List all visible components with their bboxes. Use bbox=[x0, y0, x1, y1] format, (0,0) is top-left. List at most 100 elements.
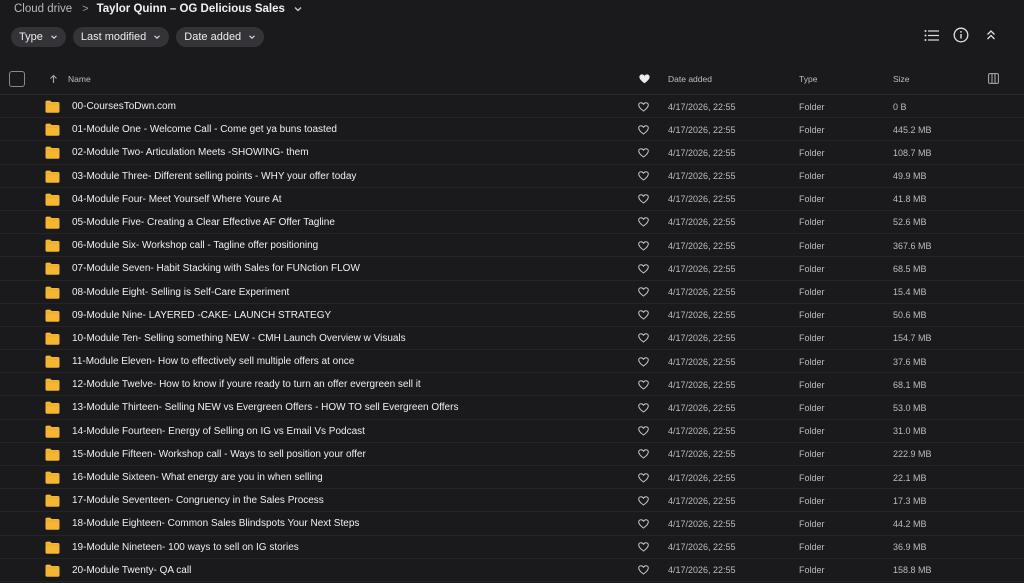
table-row[interactable]: 19-Module Nineteen- 100 ways to sell on … bbox=[0, 536, 1024, 559]
filter-type[interactable]: Type bbox=[11, 27, 66, 47]
columns-settings-icon[interactable] bbox=[988, 62, 999, 95]
row-type: Folder bbox=[799, 124, 825, 135]
row-name[interactable]: 00-CoursesToDwn.com bbox=[72, 95, 176, 118]
filter-date-added[interactable]: Date added bbox=[176, 27, 265, 47]
favorite-heart-icon[interactable] bbox=[638, 257, 649, 280]
row-name[interactable]: 03-Module Three- Different selling point… bbox=[72, 165, 356, 188]
row-name[interactable]: 18-Module Eighteen- Common Sales Blindsp… bbox=[72, 512, 359, 535]
collapse-icon[interactable] bbox=[983, 27, 999, 43]
row-type: Folder bbox=[799, 333, 825, 344]
favorite-heart-icon[interactable] bbox=[638, 559, 649, 582]
table-row[interactable]: 01-Module One - Welcome Call - Come get … bbox=[0, 118, 1024, 142]
row-name[interactable]: 07-Module Seven- Habit Stacking with Sal… bbox=[72, 257, 360, 280]
favorite-heart-icon[interactable] bbox=[638, 396, 649, 419]
favorite-heart-icon[interactable] bbox=[638, 420, 649, 443]
table-row[interactable]: 03-Module Three- Different selling point… bbox=[0, 165, 1024, 188]
favorite-heart-icon[interactable] bbox=[638, 118, 649, 141]
row-name[interactable]: 10-Module Ten- Selling something NEW - C… bbox=[72, 327, 406, 350]
column-header-date-added[interactable]: Date added bbox=[668, 62, 712, 95]
folder-icon bbox=[45, 234, 60, 257]
row-size: 17.3 MB bbox=[893, 495, 927, 506]
row-date-added: 4/17/2026, 22:55 bbox=[668, 472, 736, 483]
favorite-heart-icon[interactable] bbox=[638, 489, 649, 512]
filter-last-modified[interactable]: Last modified bbox=[72, 27, 170, 47]
row-date-added: 4/17/2026, 22:55 bbox=[668, 124, 736, 135]
table-row[interactable]: 07-Module Seven- Habit Stacking with Sal… bbox=[0, 257, 1024, 281]
table-row[interactable]: 20-Module Twenty- QA call 4/17/2026, 22:5… bbox=[0, 559, 1024, 582]
favorite-heart-icon[interactable] bbox=[638, 304, 649, 327]
favorite-heart-icon[interactable] bbox=[638, 327, 649, 350]
select-all-checkbox[interactable] bbox=[9, 70, 25, 87]
row-size: 44.2 MB bbox=[893, 518, 927, 529]
table-row[interactable]: 09-Module Nine- LAYERED -CAKE- LAUNCH ST… bbox=[0, 304, 1024, 327]
table-row[interactable]: 05-Module Five- Creating a Clear Effecti… bbox=[0, 211, 1024, 235]
table-row[interactable]: 04-Module Four- Meet Yourself Where Your… bbox=[0, 188, 1024, 211]
row-date-added: 4/17/2026, 22:55 bbox=[668, 518, 736, 529]
table-row[interactable]: 13-Module Thirteen- Selling NEW vs Everg… bbox=[0, 396, 1024, 420]
row-date-added: 4/17/2026, 22:55 bbox=[668, 565, 736, 576]
row-name[interactable]: 15-Module Fifteen- Workshop call - Ways … bbox=[72, 443, 366, 466]
folder-icon bbox=[45, 559, 60, 582]
row-name[interactable]: 01-Module One - Welcome Call - Come get … bbox=[72, 118, 337, 141]
breadcrumb-current-folder[interactable]: Taylor Quinn – OG Delicious Sales bbox=[97, 3, 285, 15]
favorite-heart-icon[interactable] bbox=[638, 188, 649, 211]
row-size: 37.6 MB bbox=[893, 356, 927, 367]
table-row[interactable]: 12-Module Twelve- How to know if youre r… bbox=[0, 373, 1024, 397]
column-header-type[interactable]: Type bbox=[799, 62, 817, 95]
row-name[interactable]: 20-Module Twenty- QA call bbox=[72, 559, 191, 582]
chevron-down-icon[interactable] bbox=[293, 4, 303, 14]
row-name[interactable]: 13-Module Thirteen- Selling NEW vs Everg… bbox=[72, 396, 458, 419]
folder-icon bbox=[45, 304, 60, 327]
row-name[interactable]: 11-Module Eleven- How to effectively sel… bbox=[72, 350, 354, 373]
row-size: 0 B bbox=[893, 101, 907, 112]
table-row[interactable]: 14-Module Fourteen- Energy of Selling on… bbox=[0, 420, 1024, 443]
favorite-heart-icon[interactable] bbox=[638, 165, 649, 188]
row-name[interactable]: 17-Module Seventeen- Congruency in the S… bbox=[72, 489, 324, 512]
row-name[interactable]: 19-Module Nineteen- 100 ways to sell on … bbox=[72, 536, 299, 559]
favorite-heart-icon[interactable] bbox=[638, 141, 649, 164]
favorite-heart-icon[interactable] bbox=[638, 512, 649, 535]
row-name[interactable]: 02-Module Two- Articulation Meets -SHOWI… bbox=[72, 141, 309, 164]
favorite-heart-icon[interactable] bbox=[639, 62, 650, 95]
favorite-heart-icon[interactable] bbox=[638, 350, 649, 373]
table-row[interactable]: 18-Module Eighteen- Common Sales Blindsp… bbox=[0, 512, 1024, 536]
breadcrumb-cloud-drive[interactable]: Cloud drive bbox=[14, 3, 72, 15]
list-view-icon[interactable] bbox=[923, 27, 939, 43]
view-toolbar bbox=[923, 27, 999, 43]
table-row[interactable]: 16-Module Sixteen- What energy are you i… bbox=[0, 466, 1024, 490]
favorite-heart-icon[interactable] bbox=[638, 466, 649, 489]
filter-last-modified-label: Last modified bbox=[80, 31, 147, 43]
row-name[interactable]: 06-Module Six- Workshop call - Tagline o… bbox=[72, 234, 318, 257]
row-type: Folder bbox=[799, 565, 825, 576]
row-name[interactable]: 05-Module Five- Creating a Clear Effecti… bbox=[72, 211, 335, 234]
breadcrumb: Cloud drive > Taylor Quinn – OG Deliciou… bbox=[14, 0, 303, 18]
table-row[interactable]: 15-Module Fifteen- Workshop call - Ways … bbox=[0, 443, 1024, 466]
table-row[interactable]: 08-Module Eight- Selling is Self-Care Ex… bbox=[0, 281, 1024, 304]
folder-icon bbox=[45, 257, 60, 280]
row-type: Folder bbox=[799, 101, 825, 112]
favorite-heart-icon[interactable] bbox=[638, 211, 649, 234]
favorite-heart-icon[interactable] bbox=[638, 95, 649, 118]
row-name[interactable]: 16-Module Sixteen- What energy are you i… bbox=[72, 466, 323, 489]
table-row[interactable]: 17-Module Seventeen- Congruency in the S… bbox=[0, 489, 1024, 513]
table-row[interactable]: 10-Module Ten- Selling something NEW - C… bbox=[0, 327, 1024, 351]
row-name[interactable]: 14-Module Fourteen- Energy of Selling on… bbox=[72, 420, 365, 443]
favorite-heart-icon[interactable] bbox=[638, 373, 649, 396]
favorite-heart-icon[interactable] bbox=[638, 536, 649, 559]
favorite-heart-icon[interactable] bbox=[638, 234, 649, 257]
row-name[interactable]: 04-Module Four- Meet Yourself Where Your… bbox=[72, 188, 282, 211]
column-header-name[interactable]: Name bbox=[68, 62, 91, 95]
table-row[interactable]: 06-Module Six- Workshop call - Tagline o… bbox=[0, 234, 1024, 258]
favorite-heart-icon[interactable] bbox=[638, 443, 649, 466]
table-row[interactable]: 00-CoursesToDwn.com 4/17/2026, 22:55 Folde… bbox=[0, 95, 1024, 119]
row-name[interactable]: 12-Module Twelve- How to know if youre r… bbox=[72, 373, 421, 396]
row-name[interactable]: 08-Module Eight- Selling is Self-Care Ex… bbox=[72, 281, 289, 304]
column-header-size[interactable]: Size bbox=[893, 62, 910, 95]
row-name[interactable]: 09-Module Nine- LAYERED -CAKE- LAUNCH ST… bbox=[72, 304, 331, 327]
info-icon[interactable] bbox=[953, 27, 969, 43]
sort-ascending-icon[interactable] bbox=[49, 62, 58, 95]
favorite-heart-icon[interactable] bbox=[638, 281, 649, 304]
row-type: Folder bbox=[799, 240, 825, 251]
table-row[interactable]: 11-Module Eleven- How to effectively sel… bbox=[0, 350, 1024, 374]
table-row[interactable]: 02-Module Two- Articulation Meets -SHOWI… bbox=[0, 141, 1024, 165]
